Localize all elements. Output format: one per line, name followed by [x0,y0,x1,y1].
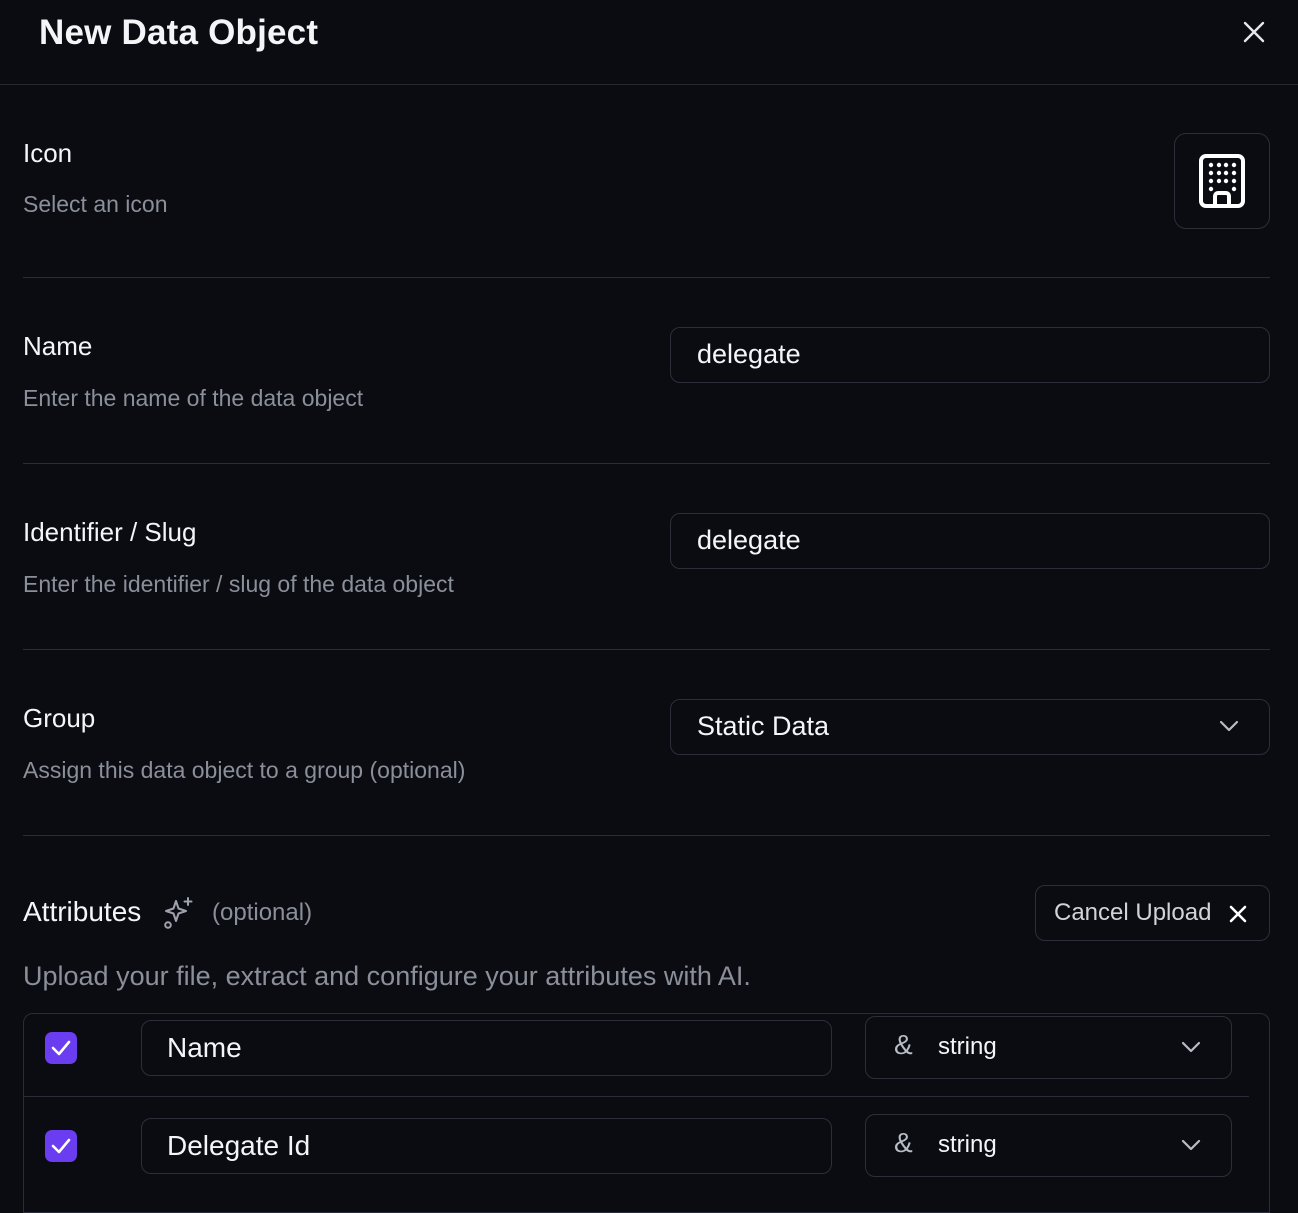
attribute-checkbox[interactable] [45,1032,77,1064]
attribute-name-input[interactable]: Delegate Id [141,1118,832,1174]
building-icon [1199,154,1245,208]
attributes-description: Upload your file, extract and configure … [23,961,751,991]
attributes-optional-label: (optional) [212,899,313,926]
attribute-type-value: string [938,1033,997,1060]
attribute-type-select[interactable]: & string [865,1114,1232,1177]
icon-picker-button[interactable] [1174,133,1270,229]
close-icon [1229,905,1247,923]
row-divider [24,1096,1249,1097]
sparkles-icon [164,897,193,929]
cancel-upload-button[interactable]: Cancel Upload [1035,885,1270,941]
chevron-down-icon [1181,1041,1201,1053]
group-label: Group [23,703,96,733]
name-description: Enter the name of the data object [23,385,364,411]
group-description: Assign this data object to a group (opti… [23,757,466,783]
close-icon [1243,21,1265,43]
icon-description: Select an icon [23,191,168,217]
slug-input[interactable]: delegate [670,513,1270,569]
slug-description: Enter the identifier / slug of the data … [23,571,454,597]
group-select[interactable]: Static Data [670,699,1270,755]
attributes-table: Name & string Delegate Id & string [23,1013,1270,1213]
dialog-title: New Data Object [39,13,319,52]
check-icon [51,1138,71,1154]
check-icon [51,1040,71,1056]
slug-section: Identifier / Slug Enter the identifier /… [23,464,1270,650]
chevron-down-icon [1181,1139,1201,1151]
icon-label: Icon [23,138,73,168]
attributes-title: Attributes [23,896,142,927]
attribute-checkbox[interactable] [45,1130,77,1162]
slug-label: Identifier / Slug [23,517,197,547]
attribute-type-value: string [938,1131,997,1158]
icon-section: Icon Select an icon [23,85,1270,278]
attribute-name-input[interactable]: Name [141,1020,832,1076]
close-button[interactable] [1238,16,1270,48]
name-label: Name [23,331,93,361]
attribute-type-select[interactable]: & string [865,1016,1232,1079]
type-symbol-icon: & [894,1127,913,1158]
cancel-upload-label: Cancel Upload [1054,899,1212,926]
group-select-value: Static Data [697,711,830,741]
type-symbol-icon: & [894,1029,913,1060]
dialog-header: New Data Object [0,0,1298,85]
chevron-down-icon [1219,720,1239,732]
name-input[interactable]: delegate [670,327,1270,383]
name-section: Name Enter the name of the data object d… [23,278,1270,464]
group-section: Group Assign this data object to a group… [23,650,1270,836]
